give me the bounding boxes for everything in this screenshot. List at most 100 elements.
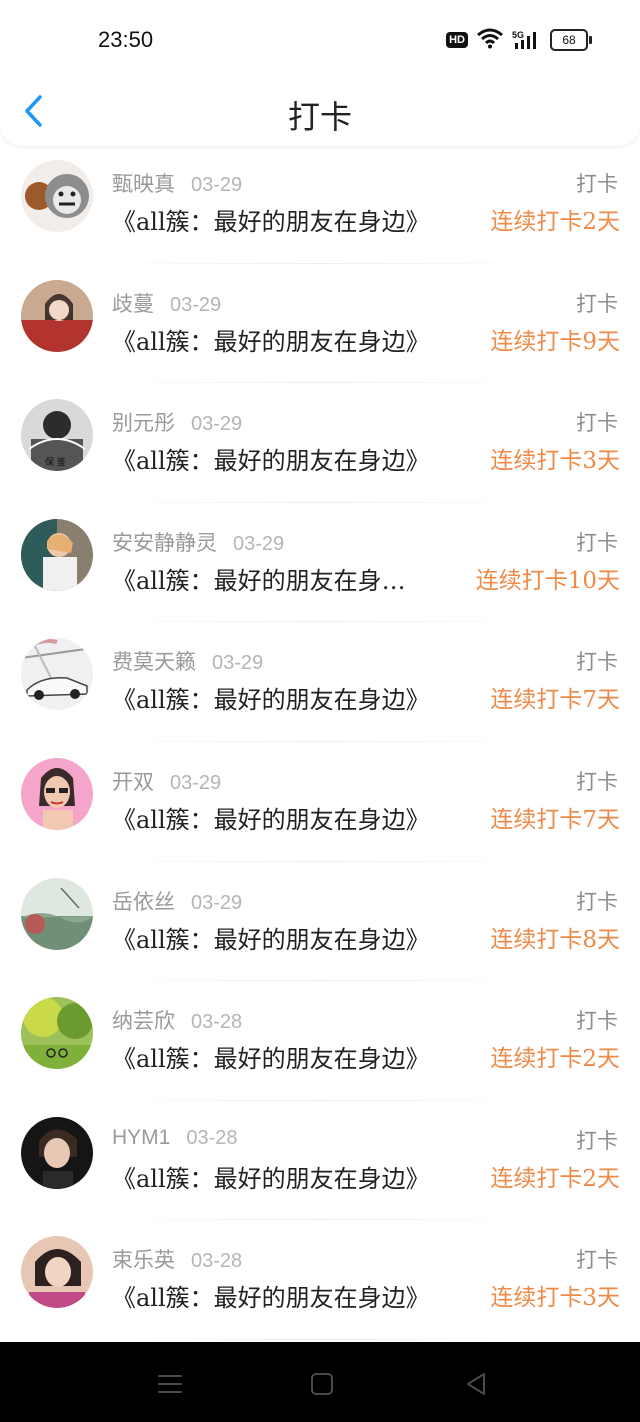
user-name: 束乐英 03-28 xyxy=(112,1244,242,1274)
checkin-date: 03-28 xyxy=(191,1011,243,1034)
book-title[interactable]: 《all簇：最好的朋友在身… xyxy=(112,561,406,596)
action-label: 打卡 xyxy=(576,769,618,794)
list-item[interactable]: 束乐英 03-28 打卡 《all簇：最好的朋友在身边》 连续打卡3天 xyxy=(0,1224,640,1344)
streak-label: 连续打卡10天 xyxy=(475,567,620,594)
checkin-date: 03-29 xyxy=(191,891,243,914)
list-item[interactable]: 纳芸欣 03-28 打卡 《all簇：最好的朋友在身边》 连续打卡2天 xyxy=(0,985,640,1105)
user-name: 别元彤 03-29 xyxy=(112,407,242,437)
user-name-text: 纳芸欣 xyxy=(112,1009,175,1034)
action-label: 打卡 xyxy=(576,889,618,914)
list-item[interactable]: 歧蔓 03-29 打卡 《all簇：最好的朋友在身边》 连续打卡9天 xyxy=(0,268,640,388)
list-item[interactable]: HYM1 03-28 打卡 《all簇：最好的朋友在身边》 连续打卡2天 xyxy=(0,1105,640,1225)
wifi-icon xyxy=(476,27,504,54)
user-name-text: 歧蔓 xyxy=(112,291,154,316)
user-name-text: 别元彤 xyxy=(112,411,175,436)
user-name-text: 岳依丝 xyxy=(112,889,175,914)
page-title: 打卡 xyxy=(287,98,352,136)
status-icons: HD 5G 68 xyxy=(446,27,592,54)
user-name-text: 费莫天籁 xyxy=(112,650,196,675)
system-nav-bar xyxy=(0,1342,640,1422)
divider xyxy=(92,740,548,742)
avatar[interactable] xyxy=(21,997,93,1070)
book-title[interactable]: 《all簇：最好的朋友在身边》 xyxy=(112,1278,430,1313)
streak-label: 连续打卡3天 xyxy=(490,448,620,475)
menu-button[interactable] xyxy=(150,1364,190,1404)
action-label: 打卡 xyxy=(576,650,618,675)
action-label: 打卡 xyxy=(576,530,618,555)
avatar[interactable] xyxy=(21,160,93,232)
user-name-text: 安安静静灵 xyxy=(112,530,217,555)
streak-label: 连续打卡7天 xyxy=(490,687,620,714)
checkin-date: 03-29 xyxy=(170,771,222,794)
divider xyxy=(92,382,548,384)
hd-badge: HD xyxy=(446,32,468,48)
action-label: 打卡 xyxy=(576,1009,618,1034)
user-name: 安安静静灵 03-29 xyxy=(112,527,284,557)
user-name: 开双 03-29 xyxy=(112,766,221,796)
list-item[interactable]: 岳依丝 03-29 打卡 《all簇：最好的朋友在身边》 连续打卡8天 xyxy=(0,866,640,986)
user-name-text: 甄映真 xyxy=(112,172,175,196)
book-title[interactable]: 《all簇：最好的朋友在身边》 xyxy=(112,441,430,476)
avatar[interactable]: 保 鉴 xyxy=(21,399,93,472)
nav-back-button[interactable] xyxy=(456,1364,496,1404)
avatar[interactable] xyxy=(21,1236,93,1309)
battery-level: 68 xyxy=(550,29,588,51)
user-name: 费莫天籁 03-29 xyxy=(112,646,263,676)
home-square-icon xyxy=(311,1373,333,1395)
user-name: 纳芸欣 03-28 xyxy=(112,1005,242,1035)
user-name: HYM1 03-28 xyxy=(112,1125,238,1150)
book-title[interactable]: 《all簇：最好的朋友在身边》 xyxy=(112,322,430,357)
avatar[interactable] xyxy=(21,518,93,591)
network-label: 5G xyxy=(512,30,524,40)
divider xyxy=(92,860,548,862)
cell-signal-icon: 5G xyxy=(512,29,542,51)
list-item[interactable]: 开双 03-29 打卡 《all簇：最好的朋友在身边》 连续打卡7天 xyxy=(0,746,640,866)
checkin-date: 03-29 xyxy=(212,652,264,675)
book-title[interactable]: 《all簇：最好的朋友在身边》 xyxy=(112,680,430,715)
streak-label: 连续打卡2天 xyxy=(490,1046,620,1073)
user-name: 甄映真 03-29 xyxy=(112,168,242,198)
avatar[interactable] xyxy=(21,1116,93,1189)
divider xyxy=(92,1099,548,1101)
avatar[interactable] xyxy=(21,877,93,950)
book-title[interactable]: 《all簇：最好的朋友在身边》 xyxy=(112,1159,430,1194)
streak-label: 连续打卡3天 xyxy=(490,1285,620,1312)
action-label: 打卡 xyxy=(576,172,618,196)
divider xyxy=(92,1219,548,1221)
status-time: 23:50 xyxy=(98,27,154,52)
checkin-date: 03-29 xyxy=(170,293,222,316)
streak-label: 连续打卡9天 xyxy=(490,328,620,355)
battery-icon: 68 xyxy=(550,29,592,51)
divider xyxy=(92,980,548,982)
user-name-text: 开双 xyxy=(112,769,154,794)
status-bar: 23:50 HD 5G 68 xyxy=(0,0,640,80)
book-title[interactable]: 《all簇：最好的朋友在身边》 xyxy=(112,202,430,237)
user-name: 岳依丝 03-29 xyxy=(112,886,242,916)
divider xyxy=(92,501,548,503)
divider xyxy=(92,621,548,623)
avatar[interactable] xyxy=(21,638,93,711)
list-item[interactable]: 安安静静灵 03-29 打卡 《all簇：最好的朋友在身… 连续打卡10天 xyxy=(0,507,640,627)
avatar[interactable] xyxy=(21,757,93,830)
checkin-date: 03-29 xyxy=(191,174,243,196)
battery-cap xyxy=(589,36,592,44)
action-label: 打卡 xyxy=(576,1128,618,1153)
home-button[interactable] xyxy=(302,1364,342,1404)
list-item[interactable]: 甄映真 03-29 打卡 《all簇：最好的朋友在身边》 连续打卡2天 xyxy=(0,148,640,268)
action-label: 打卡 xyxy=(576,411,618,436)
list-item[interactable]: 保 鉴 别元彤 03-29 打卡 《all簇：最好的朋友在身边》 连续打卡3天 xyxy=(0,387,640,507)
list-item[interactable]: 费莫天籁 03-29 打卡 《all簇：最好的朋友在身边》 连续打卡7天 xyxy=(0,626,640,746)
book-title[interactable]: 《all簇：最好的朋友在身边》 xyxy=(112,920,430,955)
svg-text:保 鉴: 保 鉴 xyxy=(45,456,66,468)
app-header: 打卡 xyxy=(0,80,640,146)
user-name: 歧蔓 03-29 xyxy=(112,288,221,318)
checkin-date: 03-29 xyxy=(191,413,243,436)
streak-label: 连续打卡7天 xyxy=(490,806,620,833)
avatar[interactable] xyxy=(21,279,93,352)
divider xyxy=(92,262,548,264)
checkin-date: 03-28 xyxy=(191,1250,243,1273)
streak-label: 连续打卡2天 xyxy=(490,209,620,235)
book-title[interactable]: 《all簇：最好的朋友在身边》 xyxy=(112,800,430,835)
book-title[interactable]: 《all簇：最好的朋友在身边》 xyxy=(112,1039,430,1074)
checkin-date: 03-28 xyxy=(186,1126,238,1149)
